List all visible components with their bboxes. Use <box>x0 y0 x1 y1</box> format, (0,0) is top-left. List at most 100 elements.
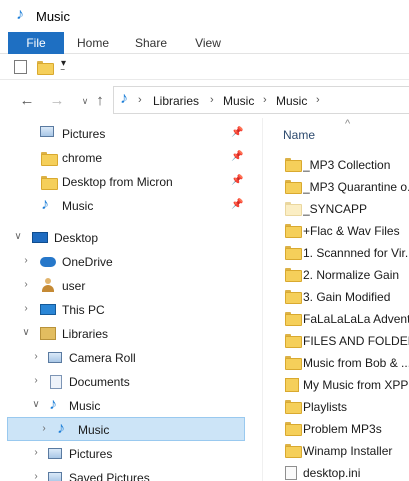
nav-item-label: chrome <box>62 151 103 165</box>
quick-access-pictures[interactable]: Pictures 📌 <box>0 122 262 146</box>
nav-user[interactable]: › user <box>0 274 262 298</box>
list-item[interactable]: desktop.ini <box>263 462 409 481</box>
chevron-down-icon[interactable]: ∨ <box>31 399 41 410</box>
quick-access-music[interactable]: ♪ Music 📌 <box>0 194 262 218</box>
pin-icon[interactable]: 📌 <box>231 175 243 186</box>
properties-icon[interactable] <box>14 60 27 74</box>
list-item[interactable]: _SYNCAPP <box>263 198 409 220</box>
list-item-label: FILES AND FOLDER... <box>303 334 409 348</box>
nav-item-label: Desktop <box>54 231 99 245</box>
nav-item-label: Desktop from Micron <box>62 175 173 189</box>
list-item[interactable]: FaLaLaLaLa Advent... <box>263 308 409 330</box>
pin-icon[interactable]: 📌 <box>231 199 243 210</box>
list-item[interactable]: 3. Gain Modified <box>263 286 409 308</box>
music-icon: ♪ <box>120 90 128 107</box>
chevron-right-icon[interactable]: › <box>31 351 41 362</box>
list-item[interactable]: Music from Bob & ... <box>263 352 409 374</box>
folder-pale-icon <box>285 202 302 216</box>
nav-libraries[interactable]: ∨ Libraries <box>0 322 262 346</box>
chevron-right-icon[interactable]: › <box>31 375 41 386</box>
nav-desktop[interactable]: ∨ Desktop <box>0 226 262 250</box>
music-icon: ♪ <box>41 196 49 213</box>
list-item-label: Winamp Installer <box>303 444 393 458</box>
list-item[interactable]: +Flac & Wav Files <box>263 220 409 242</box>
breadcrumb-libraries[interactable]: Libraries <box>153 94 199 108</box>
nav-item-label: Libraries <box>62 327 109 341</box>
folder-icon <box>285 356 302 370</box>
folder-icon <box>285 400 302 414</box>
quick-access-chrome[interactable]: chrome 📌 <box>0 146 262 170</box>
breadcrumb-separator-icon[interactable]: › <box>210 94 214 106</box>
music-icon: ♪ <box>49 396 57 413</box>
nav-this-pc[interactable]: › This PC <box>0 298 262 322</box>
nav-item-label: Music <box>78 423 110 437</box>
nav-camera-roll[interactable]: › Camera Roll <box>0 346 262 370</box>
breadcrumb[interactable]: ♪ › Libraries › Music › Music › <box>113 86 409 114</box>
list-item[interactable]: 1. Scannned for Vir... <box>263 242 409 264</box>
breadcrumb-music[interactable]: Music <box>223 94 254 108</box>
chevron-right-icon[interactable]: › <box>21 303 31 314</box>
back-arrow-icon[interactable]: ← <box>18 92 36 109</box>
nav-onedrive[interactable]: › OneDrive <box>0 250 262 274</box>
breadcrumb-separator-icon[interactable]: › <box>316 94 320 106</box>
forward-arrow-icon[interactable]: → <box>48 92 66 109</box>
column-header-name[interactable]: Name <box>283 128 315 142</box>
chevron-right-icon[interactable]: › <box>39 423 49 434</box>
folder-icon <box>285 224 302 238</box>
list-item[interactable]: Problem MP3s <box>263 418 409 440</box>
tab-view[interactable]: View <box>186 32 230 54</box>
tab-file[interactable]: File <box>8 32 64 54</box>
music-icon: ♪ <box>16 6 24 23</box>
breadcrumb-separator-icon[interactable]: › <box>263 94 267 106</box>
up-arrow-icon[interactable]: ↑ <box>91 92 109 109</box>
nav-item-label: user <box>62 279 86 293</box>
nav-music-library[interactable]: ∨ ♪ Music <box>0 394 262 418</box>
chevron-right-icon[interactable]: › <box>21 255 31 266</box>
list-item-label: Playlists <box>303 400 348 414</box>
navigation-pane: Pictures 📌 chrome 📌 Desktop from Micron … <box>0 118 262 481</box>
chevron-right-icon[interactable]: › <box>31 447 41 458</box>
list-item[interactable]: Playlists <box>263 396 409 418</box>
list-item[interactable]: 2. Normalize Gain <box>263 264 409 286</box>
user-icon <box>42 278 54 292</box>
customize-toolbar-icon[interactable]: ▾ ‾ <box>61 58 66 80</box>
list-item[interactable]: _MP3 Collection <box>263 154 409 176</box>
libraries-icon <box>40 327 56 340</box>
nav-item-label: Camera Roll <box>69 351 136 365</box>
list-item-label: 1. Scannned for Vir... <box>303 246 409 260</box>
list-item[interactable]: _MP3 Quarantine o... <box>263 176 409 198</box>
list-item-label: _MP3 Quarantine o... <box>303 180 409 194</box>
tab-home[interactable]: Home <box>70 32 116 54</box>
address-bar: ← → ∨ ↑ ♪ › Libraries › Music › Music › <box>0 84 409 116</box>
pictures-icon <box>48 472 62 481</box>
list-item-label: desktop.ini <box>303 466 361 480</box>
breadcrumb-music-current[interactable]: Music <box>276 94 307 108</box>
nav-documents[interactable]: › Documents <box>0 370 262 394</box>
this-pc-icon <box>40 304 56 315</box>
pictures-icon <box>40 126 54 137</box>
list-item-label: FaLaLaLaLa Advent... <box>303 312 409 326</box>
folder-icon <box>41 152 58 166</box>
tab-share[interactable]: Share <box>128 32 174 54</box>
nav-item-label: Pictures <box>69 447 113 461</box>
chevron-right-icon[interactable]: › <box>31 471 41 481</box>
nav-music-folder-selected[interactable]: › ♪ Music <box>7 417 245 441</box>
list-item[interactable]: My Music from XPP <box>263 374 409 396</box>
chevron-down-icon[interactable]: ∨ <box>21 327 31 338</box>
nav-item-label: Documents <box>69 375 130 389</box>
nav-pictures[interactable]: › Pictures <box>0 442 262 466</box>
nav-saved-pictures[interactable]: › Saved Pictures <box>0 466 262 481</box>
list-item[interactable]: FILES AND FOLDER... <box>263 330 409 352</box>
list-item-label: _SYNCAPP <box>303 202 368 216</box>
chevron-right-icon[interactable]: › <box>21 279 31 290</box>
folder-icon <box>285 334 302 348</box>
pin-icon[interactable]: 📌 <box>231 127 243 138</box>
list-item[interactable]: Winamp Installer <box>263 440 409 462</box>
list-item-label: Problem MP3s <box>303 422 382 436</box>
chevron-down-icon[interactable]: ∨ <box>13 231 23 242</box>
nav-item-label: Pictures <box>62 127 106 141</box>
quick-access-desktop-from-micron[interactable]: Desktop from Micron 📌 <box>0 170 262 194</box>
new-folder-icon[interactable] <box>37 61 54 75</box>
breadcrumb-separator-icon[interactable]: › <box>138 94 142 106</box>
pin-icon[interactable]: 📌 <box>231 151 243 162</box>
